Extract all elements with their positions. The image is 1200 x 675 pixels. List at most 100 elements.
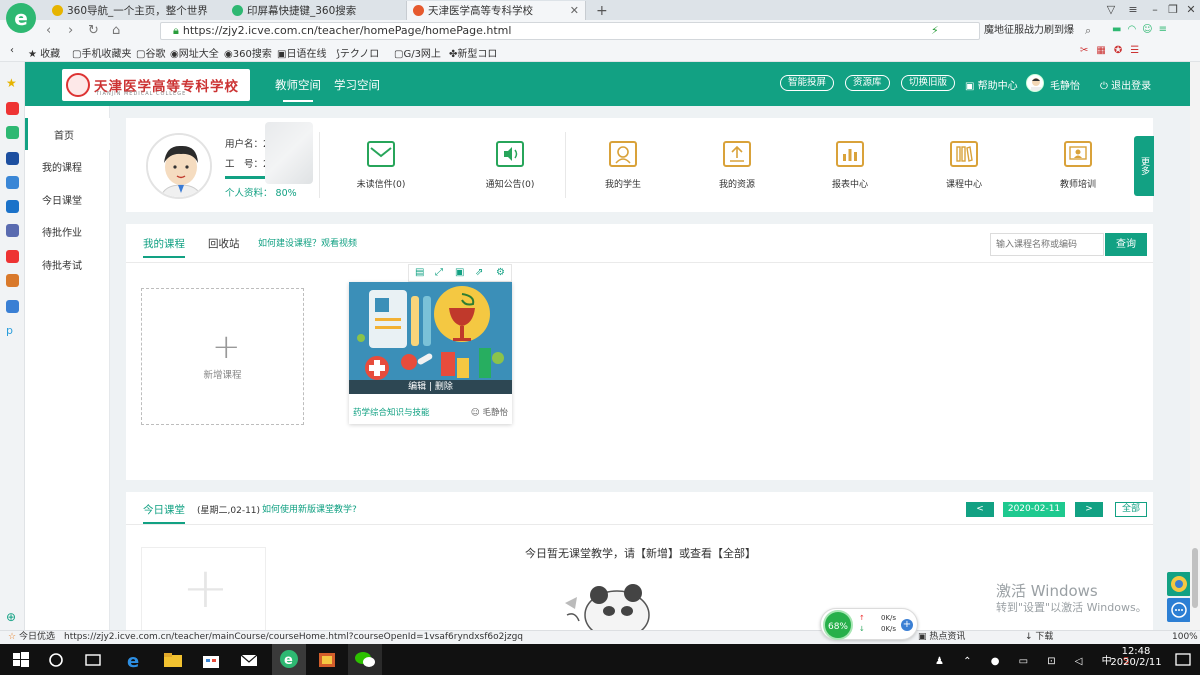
edit-course-button[interactable]: 编辑: [408, 382, 426, 392]
scrollbar-thumb[interactable]: [1192, 548, 1198, 608]
bookmark-item[interactable]: ▣日语在线: [277, 45, 326, 60]
back-icon[interactable]: ‹: [46, 23, 51, 38]
copy-icon[interactable]: ▤: [415, 267, 424, 278]
widget-plus-icon[interactable]: +: [901, 619, 913, 631]
add-course-card[interactable]: + 新增课程: [141, 288, 304, 425]
current-date-button[interactable]: 2020-02-11: [1003, 502, 1065, 517]
browser-logo-icon[interactable]: e: [6, 3, 36, 33]
doc-icon[interactable]: [6, 176, 19, 189]
profile-avatar[interactable]: [146, 133, 212, 199]
quick-announcements[interactable]: 通知公告(0): [470, 141, 550, 190]
logout-link[interactable]: ⏻ 退出登录: [1100, 77, 1151, 92]
side-nav-home[interactable]: 首页: [25, 118, 110, 150]
user-avatar[interactable]: [1026, 74, 1044, 92]
task-view-icon[interactable]: [82, 649, 104, 671]
page-scrollbar[interactable]: [1190, 62, 1200, 632]
next-day-button[interactable]: >: [1075, 502, 1103, 517]
bookmark-item[interactable]: ✤新型コロ: [449, 45, 497, 60]
share-icon[interactable]: ⇗: [475, 267, 483, 278]
bookmark-item[interactable]: ⟆テクノロ: [336, 45, 379, 60]
side-nav-today-class[interactable]: 今日课堂: [25, 183, 110, 215]
search-icon[interactable]: ⌕: [1085, 24, 1091, 38]
new-tab-icon[interactable]: +: [590, 1, 608, 20]
mail-app-icon[interactable]: [238, 649, 260, 671]
p-icon[interactable]: p: [6, 324, 19, 337]
video-icon[interactable]: [6, 250, 19, 263]
menu-icon[interactable]: ≡: [1122, 1, 1144, 19]
delete-course-button[interactable]: 删除: [435, 382, 453, 392]
tab-recycle-bin[interactable]: 回收站: [208, 236, 240, 251]
system-tray-icons[interactable]: ♟ ⌃ ● ▭ ⊡ ◁ 中 S: [935, 652, 1129, 667]
user-name[interactable]: 毛静怡: [1050, 77, 1080, 92]
home-icon[interactable]: ⌂: [112, 23, 120, 38]
chrome-float-button[interactable]: [1167, 572, 1191, 596]
forward-icon[interactable]: ›: [68, 23, 73, 38]
search-icon[interactable]: [45, 649, 67, 671]
toolbar-icons[interactable]: ▬◠☺≡: [1112, 24, 1192, 35]
bookmark-item[interactable]: ◉360搜索: [224, 45, 272, 60]
switch-old-version-button[interactable]: 切换旧版: [901, 75, 956, 91]
bookmark-item[interactable]: ▢谷歌: [136, 45, 165, 60]
app-icon[interactable]: [6, 200, 19, 213]
bookmark-item[interactable]: ★ 收藏: [28, 45, 60, 60]
course-help-link[interactable]: 如何建设课程？观看视频: [258, 236, 357, 249]
skin-icon[interactable]: ▽: [1100, 1, 1122, 19]
taskbar-browser-active[interactable]: e: [272, 644, 306, 675]
college-logo[interactable]: 天津医学高等专科学校 TIANJIN MEDICAL COLLEGE: [62, 69, 250, 101]
zoom-level[interactable]: 100%: [1172, 631, 1198, 644]
quick-unread-mail[interactable]: 未读信件(0): [341, 141, 421, 190]
windows-start-icon[interactable]: [10, 649, 32, 671]
edge-icon[interactable]: e: [123, 649, 145, 671]
prev-day-button[interactable]: <: [966, 502, 994, 517]
speed-widget[interactable]: 68% ↑ ↓ 0K/s 0K/s +: [820, 608, 918, 640]
save-icon[interactable]: ▣: [455, 267, 464, 278]
file-explorer-icon[interactable]: [162, 649, 184, 671]
tab-close-icon[interactable]: ✕: [562, 4, 579, 17]
mail-icon[interactable]: [6, 126, 19, 139]
url-field[interactable]: 🔒︎ https://zjy2.icve.com.cn/teacher/homeP…: [160, 22, 980, 40]
tab-today-class[interactable]: 今日课堂: [143, 502, 185, 524]
chat-float-button[interactable]: [1167, 598, 1191, 622]
expand-icon[interactable]: ⤢: [435, 267, 443, 278]
today-help-link[interactable]: 如何使用新版课堂教学?: [262, 502, 357, 515]
notification-icon[interactable]: [1172, 649, 1194, 671]
browser-tab-360[interactable]: 360导航_一个主页，整个世界: [46, 1, 224, 20]
browser-tab-search[interactable]: 印屏幕快捷键_360搜索: [226, 1, 404, 20]
bookmark-item[interactable]: ▢手机收藏夹: [72, 45, 131, 60]
browser-tab-college[interactable]: 天津医学高等专科学校 ✕: [406, 1, 586, 20]
browser-search-field[interactable]: 魔地征服战力刷到爆: [982, 22, 1102, 40]
nav-learning-space[interactable]: 学习空间: [334, 77, 380, 93]
share-icon[interactable]: ⚡: [931, 24, 939, 37]
today-picks[interactable]: ☆ 今日优选: [8, 631, 55, 644]
quick-my-resources[interactable]: 我的资源: [697, 141, 777, 190]
favorites-icon[interactable]: ★: [6, 76, 19, 90]
quick-teacher-training[interactable]: 教师培训: [1038, 141, 1118, 190]
side-nav-pending-exams[interactable]: 待批考试: [25, 248, 110, 280]
quick-my-students[interactable]: 我的学生: [583, 141, 663, 190]
bookmark-collapse-icon[interactable]: ‹: [10, 45, 14, 56]
help-center-link[interactable]: ▣ 帮助中心: [965, 77, 1018, 92]
clock[interactable]: 12:48 2020/2/11: [1110, 646, 1162, 668]
taskbar-wechat[interactable]: [348, 644, 382, 675]
quick-course-center[interactable]: 课程中心: [924, 141, 1004, 190]
resource-library-button[interactable]: 资源库: [845, 75, 890, 91]
news-icon[interactable]: [6, 152, 19, 165]
game-icon[interactable]: [6, 224, 19, 237]
photo-app-icon[interactable]: [316, 649, 338, 671]
more-button[interactable]: 更多: [1134, 136, 1154, 196]
view-all-button[interactable]: 全部: [1115, 502, 1147, 517]
course-title[interactable]: 药学综合知识与技能: [353, 406, 430, 418]
shop-icon[interactable]: [6, 274, 19, 287]
bookmark-item[interactable]: ◉网址大全: [170, 45, 219, 60]
extension-icons[interactable]: ✂▦✪☰: [1080, 45, 1147, 56]
refresh-icon[interactable]: ↻: [88, 23, 99, 38]
course-card[interactable]: 编辑 | 删除 药学综合知识与技能 ☺ 毛静怡: [349, 282, 512, 424]
nav-teacher-space[interactable]: 教师空间: [275, 77, 321, 102]
bookmark-item[interactable]: ▢G/3网上: [394, 45, 441, 60]
compass-icon[interactable]: ⊕: [6, 610, 19, 624]
quick-report-center[interactable]: 报表中心: [810, 141, 890, 190]
course-search-button[interactable]: 查询: [1105, 233, 1147, 256]
add-class-card[interactable]: +: [141, 547, 266, 632]
course-search-input[interactable]: [990, 233, 1104, 256]
weibo-icon[interactable]: [6, 102, 19, 115]
